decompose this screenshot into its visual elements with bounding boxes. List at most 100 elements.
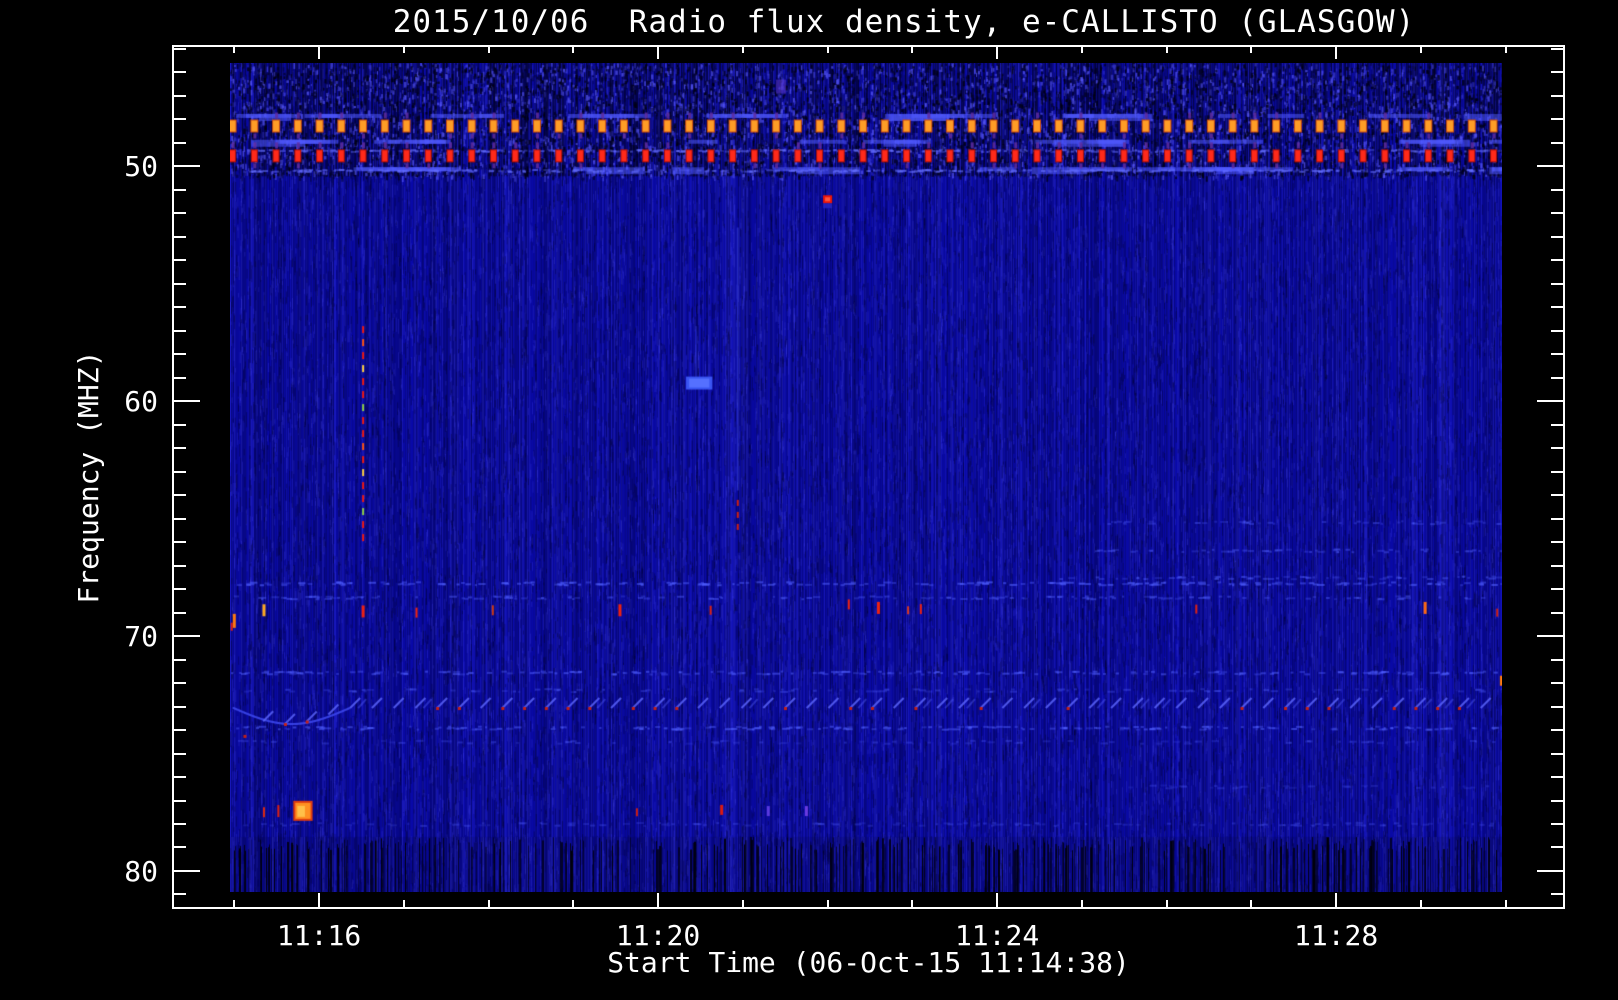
chart-title: 2015/10/06 Radio flux density, e-CALLIST… (392, 4, 1416, 40)
y-minor-tick (1551, 799, 1565, 802)
y-major-tick (172, 165, 200, 168)
y-minor-tick (1551, 329, 1565, 332)
x-major-tick (318, 45, 321, 59)
y-minor-tick (1551, 752, 1565, 755)
x-minor-tick (1419, 900, 1422, 909)
y-minor-tick (1551, 94, 1565, 97)
x-minor-tick (911, 900, 914, 909)
x-major-tick (1335, 45, 1338, 59)
y-minor-tick (172, 588, 186, 591)
spectrogram-canvas (230, 63, 1502, 892)
y-minor-tick (172, 541, 186, 544)
x-minor-tick (1504, 900, 1507, 909)
y-minor-tick (1551, 71, 1565, 74)
x-major-tick (657, 893, 660, 909)
y-minor-tick (172, 447, 186, 450)
x-minor-tick (572, 900, 575, 909)
y-minor-tick (1551, 188, 1565, 191)
y-minor-tick (1551, 541, 1565, 544)
y-major-tick (172, 869, 200, 872)
y-minor-tick (172, 353, 186, 356)
y-minor-tick (172, 282, 186, 285)
y-major-tick (1537, 165, 1565, 168)
x-minor-tick (487, 45, 490, 53)
y-major-tick (1537, 400, 1565, 403)
x-major-tick (996, 893, 999, 909)
y-major-tick (1537, 869, 1565, 872)
x-minor-tick (402, 900, 405, 909)
y-minor-tick (172, 188, 186, 191)
x-minor-tick (911, 45, 914, 53)
y-minor-tick (172, 611, 186, 614)
x-minor-tick (741, 45, 744, 53)
y-minor-tick (1551, 846, 1565, 849)
y-minor-tick (1551, 776, 1565, 779)
y-minor-tick (1551, 141, 1565, 144)
y-minor-tick (1551, 282, 1565, 285)
y-minor-tick (172, 682, 186, 685)
x-major-tick (657, 45, 660, 59)
y-minor-tick (172, 893, 186, 896)
x-minor-tick (233, 900, 236, 909)
y-minor-tick (1551, 658, 1565, 661)
y-minor-tick (1551, 447, 1565, 450)
y-minor-tick (1551, 47, 1565, 50)
x-minor-tick (741, 900, 744, 909)
y-minor-tick (172, 705, 186, 708)
y-minor-tick (172, 470, 186, 473)
x-minor-tick (572, 45, 575, 53)
x-major-tick (1335, 893, 1338, 909)
y-minor-tick (172, 776, 186, 779)
y-minor-tick (172, 235, 186, 238)
y-minor-tick (1551, 564, 1565, 567)
x-major-tick (318, 893, 321, 909)
y-minor-tick (172, 494, 186, 497)
y-tick-label: 80 (124, 854, 158, 888)
y-minor-tick (1551, 729, 1565, 732)
x-minor-tick (402, 45, 405, 53)
x-minor-tick (826, 900, 829, 909)
y-minor-tick (1551, 517, 1565, 520)
y-minor-tick (1551, 470, 1565, 473)
y-tick-label: 50 (124, 150, 158, 184)
y-minor-tick (172, 658, 186, 661)
x-axis-title: Start Time (06-Oct-15 11:14:38) (607, 946, 1130, 979)
y-minor-tick (1551, 822, 1565, 825)
x-minor-tick (1080, 900, 1083, 909)
y-minor-tick (1551, 682, 1565, 685)
x-minor-tick (826, 45, 829, 53)
y-major-tick (1537, 635, 1565, 638)
x-minor-tick (1419, 45, 1422, 53)
x-major-tick (996, 45, 999, 59)
x-minor-tick (1080, 45, 1083, 53)
y-minor-tick (1551, 118, 1565, 121)
y-minor-tick (172, 517, 186, 520)
y-minor-tick (172, 423, 186, 426)
y-minor-tick (1551, 376, 1565, 379)
x-minor-tick (1165, 45, 1168, 53)
y-minor-tick (172, 846, 186, 849)
y-minor-tick (172, 752, 186, 755)
y-minor-tick (172, 94, 186, 97)
y-minor-tick (172, 376, 186, 379)
y-major-tick (172, 400, 200, 403)
y-minor-tick (1551, 259, 1565, 262)
y-minor-tick (1551, 494, 1565, 497)
y-minor-tick (172, 564, 186, 567)
y-minor-tick (1551, 893, 1565, 896)
y-major-tick (172, 635, 200, 638)
y-minor-tick (172, 329, 186, 332)
y-minor-tick (172, 259, 186, 262)
y-minor-tick (172, 141, 186, 144)
y-axis-title: Frequency (MHZ) (72, 350, 105, 604)
x-minor-tick (233, 45, 236, 53)
x-minor-tick (487, 900, 490, 909)
y-minor-tick (172, 212, 186, 215)
y-minor-tick (1551, 611, 1565, 614)
y-minor-tick (172, 729, 186, 732)
y-minor-tick (172, 118, 186, 121)
y-minor-tick (1551, 423, 1565, 426)
y-minor-tick (172, 47, 186, 50)
x-minor-tick (1250, 900, 1253, 909)
y-minor-tick (1551, 212, 1565, 215)
